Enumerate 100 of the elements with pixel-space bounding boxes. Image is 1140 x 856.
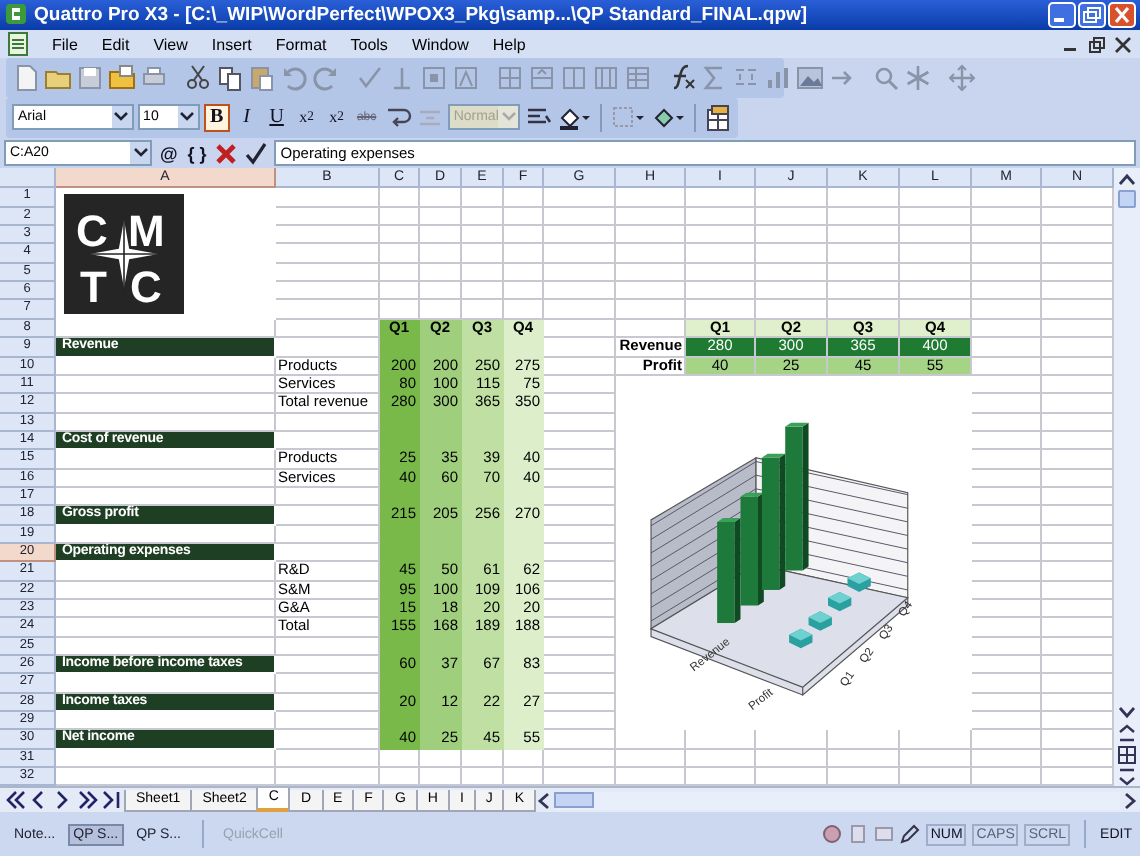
table-cell[interactable]	[900, 244, 972, 264]
table-cell[interactable]	[972, 282, 1042, 301]
checkmark-icon[interactable]	[356, 64, 384, 93]
menu-item[interactable]: Tools	[338, 35, 400, 54]
sort-icon[interactable]	[388, 64, 416, 93]
table-cell[interactable]	[972, 207, 1042, 227]
table-cell[interactable]	[504, 263, 544, 283]
table-cell[interactable]	[56, 394, 276, 414]
vertical-scrollbar[interactable]	[1114, 168, 1140, 787]
move-icon[interactable]	[948, 64, 976, 93]
table-cell[interactable]	[828, 207, 900, 227]
spreadsheet-icon[interactable]	[704, 103, 732, 132]
table-cell[interactable]	[420, 263, 462, 283]
pane-grid-icon[interactable]	[1118, 746, 1136, 765]
table-cell[interactable]	[616, 226, 686, 245]
table-icon[interactable]	[624, 64, 652, 93]
table-cell[interactable]	[380, 207, 420, 227]
table-cell[interactable]	[276, 226, 380, 245]
italic-button[interactable]: I	[233, 103, 260, 132]
globe-icon[interactable]	[822, 824, 843, 845]
table-cell[interactable]	[380, 188, 420, 208]
text-color-icon[interactable]	[650, 103, 687, 132]
asterisk-icon[interactable]	[904, 64, 932, 93]
table-cell[interactable]	[544, 749, 616, 769]
function-icon[interactable]	[668, 64, 696, 93]
table-cell[interactable]	[462, 188, 504, 208]
table-cell[interactable]	[420, 226, 462, 245]
table-cell[interactable]	[544, 188, 616, 208]
table-cell[interactable]	[972, 188, 1042, 208]
end-sheet-icon[interactable]	[100, 790, 122, 811]
table-cell[interactable]	[756, 282, 828, 301]
table-cell[interactable]	[420, 188, 462, 208]
table-cell[interactable]	[380, 749, 420, 769]
table-cell[interactable]	[544, 300, 616, 320]
pencil-icon[interactable]	[900, 824, 921, 845]
table-cell[interactable]	[972, 730, 1042, 750]
table-cell[interactable]	[686, 207, 756, 227]
table-cell[interactable]	[756, 207, 828, 227]
table-cell[interactable]	[686, 188, 756, 208]
scroll-right-icon[interactable]	[1122, 791, 1138, 810]
frame-icon[interactable]	[420, 64, 448, 93]
table-cell[interactable]	[462, 282, 504, 301]
table-cell[interactable]	[462, 244, 504, 264]
split-icon[interactable]	[592, 64, 620, 93]
table-cell[interactable]	[504, 282, 544, 301]
menu-item[interactable]: File	[40, 35, 90, 54]
table-cell[interactable]	[828, 226, 900, 245]
table-cell[interactable]	[380, 282, 420, 301]
table-cell[interactable]	[972, 357, 1042, 376]
grid-icon[interactable]	[496, 64, 524, 93]
fill-color-icon[interactable]	[556, 103, 593, 132]
table-cell[interactable]	[616, 749, 686, 769]
table-cell[interactable]	[56, 562, 276, 582]
table-cell[interactable]	[276, 188, 380, 208]
table-cell[interactable]	[616, 244, 686, 264]
table-cell[interactable]	[972, 319, 1042, 339]
table-cell[interactable]	[686, 263, 756, 283]
image-icon[interactable]	[796, 64, 824, 93]
table-cell[interactable]	[462, 226, 504, 245]
table-cell[interactable]	[756, 244, 828, 264]
table-cell[interactable]	[544, 226, 616, 245]
table-cell[interactable]	[462, 749, 504, 769]
table-cell[interactable]	[276, 749, 380, 769]
undo-icon[interactable]	[280, 64, 308, 93]
chart-icon[interactable]	[764, 64, 792, 93]
table-cell[interactable]	[756, 188, 828, 208]
table-cell[interactable]	[56, 749, 276, 769]
table-cell[interactable]	[616, 300, 686, 320]
table-cell[interactable]	[276, 244, 380, 264]
table-cell[interactable]	[56, 618, 276, 638]
table-cell[interactable]	[504, 244, 544, 264]
at-button[interactable]: @	[158, 143, 180, 164]
redo-icon[interactable]	[312, 64, 340, 93]
close-icon[interactable]	[1114, 35, 1132, 54]
menu-item[interactable]: Edit	[89, 35, 142, 54]
table-cell[interactable]	[828, 749, 900, 769]
table-cell[interactable]	[972, 300, 1042, 320]
menu-item[interactable]: Window	[399, 35, 481, 54]
table-cell[interactable]	[544, 730, 616, 750]
superscript-button[interactable]: x$^{2}$	[293, 103, 320, 132]
copy-icon[interactable]	[216, 64, 244, 93]
table-cell[interactable]	[504, 226, 544, 245]
table-cell[interactable]	[544, 244, 616, 264]
magnifier-icon[interactable]	[872, 64, 900, 93]
table-cell[interactable]	[686, 226, 756, 245]
underline-button[interactable]: U	[263, 103, 290, 132]
table-cell[interactable]	[420, 244, 462, 264]
table-cell[interactable]	[972, 338, 1042, 358]
menu-item[interactable]: Insert	[199, 35, 264, 54]
first-sheet-icon[interactable]	[4, 790, 26, 811]
corner-cell[interactable]	[0, 168, 56, 189]
table-cell[interactable]	[420, 282, 462, 301]
table-cell[interactable]	[900, 226, 972, 245]
table-cell[interactable]	[972, 749, 1042, 769]
wrap-icon[interactable]	[383, 103, 412, 132]
restore-button[interactable]	[1078, 1, 1106, 28]
menu-item[interactable]: Help	[480, 35, 538, 54]
table-cell[interactable]	[756, 263, 828, 283]
table-cell[interactable]	[56, 599, 276, 619]
table-cell[interactable]	[544, 338, 616, 358]
